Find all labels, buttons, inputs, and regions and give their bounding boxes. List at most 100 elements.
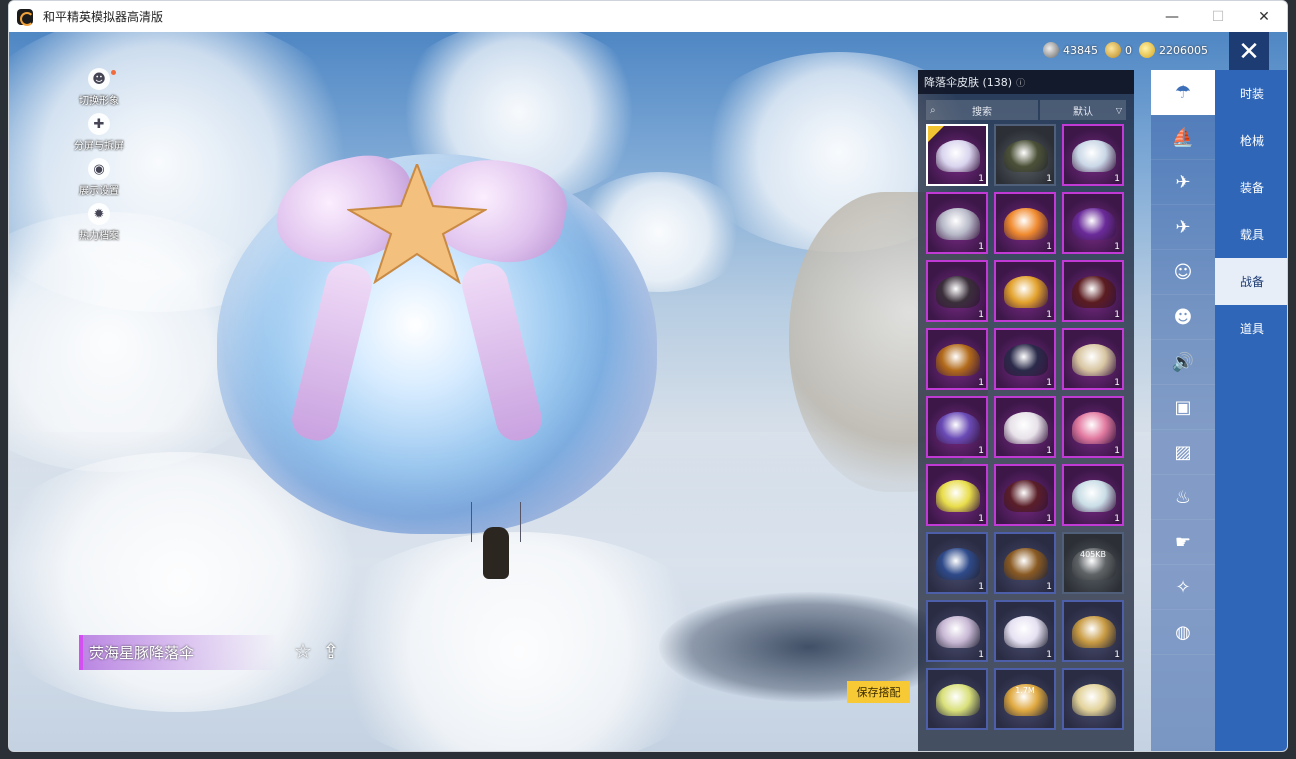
item-count: 1 [978,310,984,320]
item-count: 1 [1114,446,1120,456]
parachute-thumbnail [1072,684,1116,716]
category-icon: ☂ [1174,81,1192,103]
main-tab-0[interactable]: 时装 [1215,70,1287,117]
category-tab-2[interactable]: ✈ [1151,160,1215,205]
favorite-star-icon[interactable]: ☆ [291,639,315,663]
avatar-icon: ☻ [88,68,110,90]
main-tab-2[interactable]: 装备 [1215,164,1287,211]
check-icon [928,126,944,142]
skin-item[interactable]: 405KB [1062,532,1124,594]
tool-label: 展示设置 [79,186,119,197]
skin-item[interactable]: 1 [994,124,1056,186]
left-toolbar: ☻ 切换形象 ✚ 分屏与拆屏 ◉ 展示设置 ✹ 热力档案 [69,68,129,248]
notification-dot [111,70,116,75]
display-settings-button[interactable]: ◉ 展示设置 [69,158,129,197]
share-icon[interactable]: ⇪ [319,639,343,663]
item-count: 1 [1046,310,1052,320]
sort-label: 默认 [1073,106,1093,118]
heat-archive-button[interactable]: ✹ 热力档案 [69,203,129,242]
parachute-thumbnail [1072,412,1116,444]
ship-shadow [659,592,959,702]
parachute-thumbnail [1004,208,1048,240]
item-count: 1 [978,514,984,524]
skin-item[interactable]: 1 [994,532,1056,594]
skin-item[interactable]: 1 [994,396,1056,458]
skin-item[interactable]: 1 [1062,192,1124,254]
skin-item[interactable]: 1 [994,600,1056,662]
skin-item[interactable]: 1 [1062,396,1124,458]
category-icon: ✧ [1175,576,1191,598]
category-tab-6[interactable]: 🔊 [1151,340,1215,385]
category-tab-4[interactable]: ☺ [1151,250,1215,295]
main-tab-3[interactable]: 载具 [1215,211,1287,258]
category-tab-7[interactable]: ▣ [1151,385,1215,430]
skin-item[interactable]: 1 [994,328,1056,390]
skin-item[interactable]: 1 [994,260,1056,322]
skin-item[interactable]: 1 [926,328,988,390]
skin-grid: 1 1 1 1 1 1 1 1 1 1 1 1 1 1 1 1 1 1 1 1 405KB 1 1 1 1.7M [926,124,1130,730]
switch-avatar-button[interactable]: ☻ 切换形象 [69,68,129,107]
split-screen-button[interactable]: ✚ 分屏与拆屏 [69,113,129,152]
category-icon: ◍ [1175,621,1191,643]
skin-item[interactable]: 1 [994,464,1056,526]
item-count: 1 [1114,310,1120,320]
sort-dropdown[interactable]: 默认 ▽ [1040,100,1126,120]
skin-item[interactable]: 1 [994,192,1056,254]
skin-item[interactable] [1062,668,1124,730]
category-tab-3[interactable]: ✈ [1151,205,1215,250]
minimize-button[interactable]: — [1149,1,1195,32]
category-tab-8[interactable]: ▨ [1151,430,1215,475]
skin-item[interactable]: 1 [926,260,988,322]
search-input[interactable]: ⌕ 搜索 [926,100,1038,120]
main-tab-5[interactable]: 道具 [1215,305,1287,352]
main-tab-strip: 时装 枪械 装备 载具 战备 道具 [1215,70,1287,751]
skin-item[interactable]: 1 [926,532,988,594]
skin-item[interactable]: 1 [1062,328,1124,390]
currency-value: 2206005 [1159,43,1208,57]
parachute-thumbnail [1072,276,1116,308]
category-icon: ☻ [1173,306,1193,328]
parachute-thumbnail [936,208,980,240]
info-icon[interactable]: ⓘ [1016,76,1025,89]
parachute-thumbnail [1004,344,1048,376]
skin-item[interactable] [926,668,988,730]
parachute-thumbnail [1004,140,1048,172]
category-tab-9[interactable]: ♨ [1151,475,1215,520]
skin-item[interactable]: 1 [1062,464,1124,526]
category-tab-1[interactable]: ⛵ [1151,115,1215,160]
main-tab-1[interactable]: 枪械 [1215,117,1287,164]
category-tab-5[interactable]: ☻ [1151,295,1215,340]
main-tab-4[interactable]: 战备 [1215,258,1287,305]
skin-item[interactable]: 1 [926,464,988,526]
coupon-coin-icon [1105,42,1121,58]
parachute-thumbnail [1072,480,1116,512]
close-window-button[interactable]: ✕ [1241,1,1287,32]
save-outfit-button[interactable]: 保存搭配 [847,681,910,703]
skin-item[interactable]: 1 [1062,600,1124,662]
item-count: 1 [1046,446,1052,456]
skin-item[interactable]: 1 [926,192,988,254]
skin-item[interactable]: 1.7M [994,668,1056,730]
skin-item[interactable]: 1 [926,600,988,662]
flame-icon: ✹ [88,203,110,225]
skin-item[interactable]: 1 [926,396,988,458]
skin-item[interactable]: 1 [1062,260,1124,322]
category-tab-11[interactable]: ✧ [1151,565,1215,610]
item-count: 1 [978,242,984,252]
panel-header: 降落伞皮肤 (138) ⓘ [918,70,1134,94]
download-size: 405KB [1079,550,1106,559]
parachute-thumbnail [1072,616,1116,648]
category-tab-12[interactable]: ◍ [1151,610,1215,655]
title-bar: 和平精英模拟器高清版 — ☐ ✕ [9,1,1287,32]
skin-item[interactable]: 1 [926,124,988,186]
skin-item[interactable]: 1 [1062,124,1124,186]
close-icon[interactable]: ✕ [1229,32,1269,72]
split-icon: ✚ [88,113,110,135]
maximize-button[interactable]: ☐ [1195,1,1241,32]
category-tab-0[interactable]: ☂ [1151,70,1215,115]
item-count: 1 [1046,378,1052,388]
starfish-icon [347,164,487,284]
category-icon: ▣ [1174,396,1192,418]
category-tab-10[interactable]: ☛ [1151,520,1215,565]
item-count: 1 [978,582,984,592]
